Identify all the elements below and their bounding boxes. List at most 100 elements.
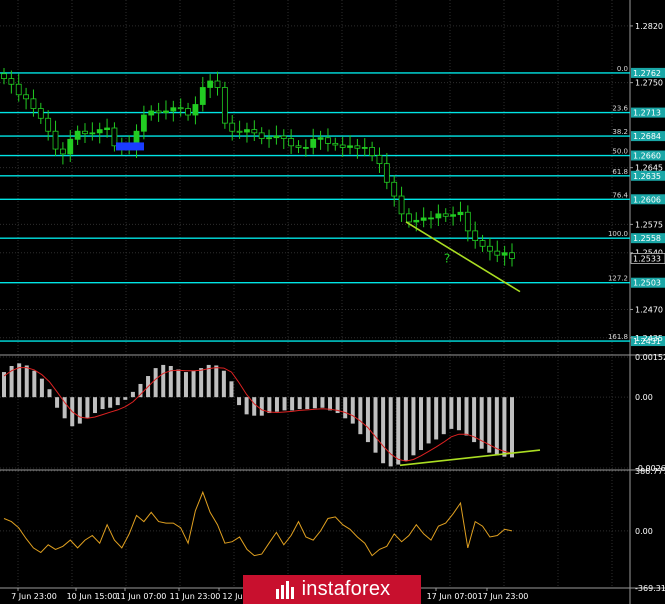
candle-body bbox=[30, 98, 37, 109]
fib-level-label: 23.6 bbox=[612, 105, 628, 113]
candle-body bbox=[383, 163, 390, 183]
candle-body bbox=[199, 87, 206, 105]
fib-price-label: 1.2606 bbox=[633, 195, 661, 204]
macd-histogram-bar bbox=[365, 397, 370, 443]
candle-body bbox=[406, 213, 412, 223]
fib-price-label: 1.2684 bbox=[633, 132, 661, 141]
price-tick-label: 1.2750 bbox=[635, 79, 663, 88]
macd-histogram-bar bbox=[419, 397, 424, 451]
candle-body bbox=[8, 78, 15, 85]
macd-histogram-bar bbox=[282, 397, 287, 411]
candle-body bbox=[207, 80, 214, 88]
instaforex-logo: instaforex bbox=[243, 575, 421, 604]
macd-histogram-bar bbox=[350, 397, 355, 424]
price-trend-line bbox=[405, 221, 521, 293]
macd-histogram-bar bbox=[456, 397, 461, 431]
macd-histogram-bar bbox=[464, 397, 469, 436]
price-tick-label: 1.2575 bbox=[635, 220, 663, 229]
candle-body bbox=[148, 110, 155, 116]
time-tick-label: 11 Jun 07:00 bbox=[116, 592, 167, 601]
candle-body bbox=[59, 148, 66, 155]
fib-level-label: 76.4 bbox=[612, 191, 628, 199]
candle-body bbox=[339, 144, 346, 148]
candle-body bbox=[501, 252, 508, 256]
candle-body bbox=[236, 130, 243, 133]
macd-histogram-bar bbox=[510, 397, 514, 458]
candle-body bbox=[369, 147, 376, 156]
candle-body bbox=[74, 130, 81, 140]
macd-histogram-bar bbox=[77, 397, 82, 424]
macd-histogram-bar bbox=[381, 397, 386, 464]
macd-histogram-bar bbox=[267, 397, 272, 414]
macd-histogram-bar bbox=[237, 397, 242, 406]
candle-body bbox=[280, 135, 287, 139]
macd-histogram-bar bbox=[206, 364, 211, 398]
macd-histogram-bar bbox=[388, 397, 393, 467]
fib-level-label: 161.8 bbox=[608, 333, 628, 341]
current-price-label: 1.2533 bbox=[633, 254, 661, 263]
macd-histogram-bar bbox=[55, 397, 60, 408]
instaforex-logo-icon bbox=[275, 580, 294, 599]
macd-histogram-bar bbox=[403, 397, 408, 461]
fib-price-label: 1.2660 bbox=[633, 152, 661, 161]
candle-body bbox=[442, 213, 449, 217]
candle-body bbox=[229, 122, 236, 132]
macd-histogram-bar bbox=[115, 397, 120, 406]
candle-body bbox=[37, 108, 44, 119]
fib-level-label: 0.0 bbox=[617, 65, 628, 73]
macd-histogram-bar bbox=[191, 370, 196, 398]
macd-histogram-bar bbox=[100, 397, 105, 410]
candle-body bbox=[258, 132, 265, 139]
time-tick-label: 10 Jun 15:00 bbox=[67, 592, 118, 601]
candle-body bbox=[479, 240, 486, 247]
candle-body bbox=[96, 129, 103, 134]
macd-histogram-bar bbox=[130, 391, 135, 398]
fib-price-label: 1.2635 bbox=[633, 172, 661, 181]
macd-histogram-bar bbox=[312, 397, 317, 409]
candle-body bbox=[332, 142, 339, 146]
candle-body bbox=[15, 83, 22, 96]
macd-trend-line bbox=[399, 449, 541, 467]
macd-histogram-bar bbox=[259, 397, 264, 416]
candle-body bbox=[347, 145, 353, 148]
time-tick-label: 7 Jun 23:00 bbox=[11, 592, 57, 601]
candle-body bbox=[67, 138, 74, 155]
candle-body bbox=[391, 181, 398, 197]
cci-tick-label: 386.777 bbox=[635, 467, 665, 476]
macd-histogram-bar bbox=[244, 397, 249, 415]
time-tick-label: 17 Jun 23:00 bbox=[478, 592, 529, 601]
time-tick-label: 17 Jun 07:00 bbox=[427, 592, 478, 601]
fib-level-label: 61.8 bbox=[612, 168, 628, 176]
chart-canvas[interactable]: 0.0 1.2762 23.6 1.2713 38.2 1.2684 50.0 1.2660 6… bbox=[0, 0, 665, 604]
candle-body bbox=[376, 155, 383, 165]
fib-price-label: 1.2503 bbox=[633, 279, 661, 288]
candle-body bbox=[177, 107, 184, 110]
macd-histogram-bar bbox=[297, 397, 302, 410]
macd-histogram-bar bbox=[47, 389, 52, 398]
macd-histogram-bar bbox=[221, 370, 226, 398]
fib-price-label: 1.2713 bbox=[633, 109, 661, 118]
candle-body bbox=[325, 137, 331, 144]
macd-histogram-bar bbox=[449, 397, 454, 429]
macd-histogram-bar bbox=[472, 397, 477, 443]
question-annotation: ? bbox=[444, 251, 450, 265]
trading-chart: 0.0 1.2762 23.6 1.2713 38.2 1.2684 50.0 1.2660 6… bbox=[0, 0, 665, 604]
macd-histogram-bar bbox=[320, 397, 325, 408]
macd-histogram-bar bbox=[229, 381, 234, 398]
macd-histogram-bar bbox=[434, 397, 439, 440]
macd-histogram-bar bbox=[153, 368, 158, 398]
macd-tick-label: 0.00152 bbox=[635, 353, 665, 362]
candle-body bbox=[155, 110, 162, 113]
macd-tick-label: 0.00 bbox=[635, 393, 653, 402]
candle-body bbox=[295, 145, 302, 148]
macd-histogram-bar bbox=[441, 397, 446, 435]
candle-body bbox=[310, 138, 317, 148]
macd-histogram-bar bbox=[305, 397, 310, 410]
candle-body bbox=[251, 129, 258, 134]
macd-histogram-bar bbox=[32, 370, 37, 398]
candle-body bbox=[1, 73, 7, 79]
candle-body bbox=[163, 110, 169, 113]
candle-body bbox=[244, 129, 250, 133]
price-tick-label: 1.2470 bbox=[635, 305, 663, 314]
candle-body bbox=[464, 211, 471, 232]
